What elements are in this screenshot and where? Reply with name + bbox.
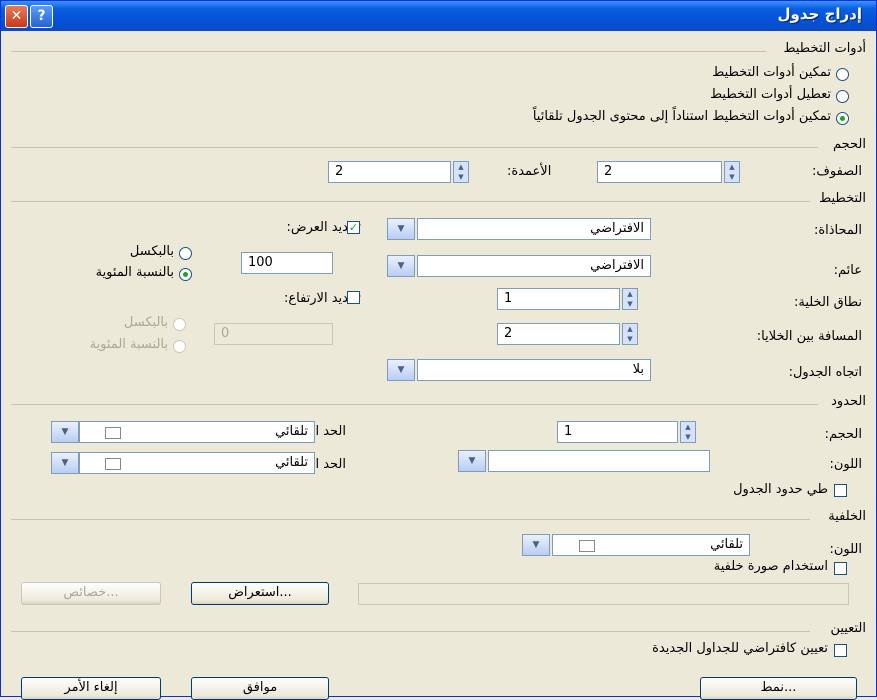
chevron-down-icon[interactable]: ▼	[522, 534, 550, 556]
alignment-select[interactable]: الافتراضي	[417, 218, 651, 240]
width-pixels-label: بالبكسل	[129, 244, 174, 259]
rows-label: الصفوف:	[812, 164, 862, 179]
border-color-label: اللون:	[829, 457, 862, 472]
width-percent-label: بالنسبة المئوية	[95, 265, 174, 280]
properties-button[interactable]: خصائص...	[21, 582, 161, 605]
chevron-down-icon[interactable]: ▼	[387, 359, 415, 381]
border-color-select[interactable]	[488, 450, 710, 472]
collapse-borders-checkbox[interactable]	[834, 484, 847, 497]
window-title: إدراج جدول	[777, 5, 862, 23]
width-input[interactable]: 100	[241, 252, 333, 274]
layout-tools-disable-radio[interactable]	[836, 90, 849, 103]
height-pixels-radio[interactable]	[173, 318, 186, 331]
set-default-checkbox[interactable]	[834, 644, 847, 657]
use-background-image-checkbox[interactable]	[834, 562, 847, 575]
background-image-path[interactable]	[358, 583, 849, 605]
divider	[11, 631, 810, 632]
help-icon[interactable]: ?	[30, 5, 53, 28]
layout-tools-disable-label: تعطيل أدوات التخطيط	[710, 87, 831, 102]
border-size-input[interactable]: 1	[557, 421, 678, 443]
border-size-label: الحجم:	[824, 427, 862, 442]
width-percent-radio[interactable]	[179, 268, 192, 281]
chevron-down-icon[interactable]: ▼	[387, 255, 415, 277]
title-bar: ✕ ? إدراج جدول	[1, 1, 876, 31]
cell-padding-label: نطاق الخلية:	[793, 295, 862, 310]
collapse-borders-label: طي حدود الجدول	[733, 482, 828, 497]
spacing-spinner[interactable]: ▲ ▼	[622, 323, 638, 345]
divider	[11, 201, 810, 202]
float-select[interactable]: الافتراضي	[417, 255, 651, 277]
padding-spinner[interactable]: ▲ ▼	[622, 288, 638, 310]
cols-input[interactable]: 2	[328, 161, 451, 183]
layout-tools-enable-label: تمكين أدوات التخطيط	[712, 65, 831, 80]
background-heading: الخلفية	[828, 509, 866, 524]
height-percent-label: بالنسبة المئوية	[89, 337, 168, 352]
browse-button[interactable]: استعراض...	[191, 582, 329, 605]
close-icon[interactable]: ✕	[5, 5, 28, 28]
divider	[11, 404, 818, 405]
specify-height-checkbox[interactable]	[347, 291, 360, 304]
cols-label: الأعمدة:	[507, 164, 552, 179]
table-direction-select[interactable]: بلا	[417, 359, 651, 381]
divider	[11, 519, 810, 520]
layout-tools-auto-radio[interactable]	[836, 112, 849, 125]
background-color-swatch	[579, 540, 595, 552]
height-input[interactable]: 0	[214, 323, 333, 345]
height-pixels-label: بالبكسل	[123, 315, 168, 330]
dark-border-swatch	[105, 458, 121, 470]
chevron-down-icon[interactable]: ▼	[51, 452, 79, 474]
chevron-down-icon[interactable]: ▼	[458, 450, 486, 472]
cols-spinner[interactable]: ▲ ▼	[453, 161, 469, 183]
specify-width-checkbox[interactable]: ✓	[347, 221, 360, 234]
cell-spacing-label: المسافة بين الخلايا:	[756, 329, 862, 344]
width-pixels-radio[interactable]	[179, 247, 192, 260]
background-color-label: اللون:	[829, 542, 862, 557]
float-label: عائم:	[833, 263, 862, 278]
chevron-down-icon[interactable]: ▼	[51, 421, 79, 443]
divider	[11, 147, 818, 148]
rows-input[interactable]: 2	[597, 161, 722, 183]
layout-tools-heading: أدوات التخطيط	[783, 41, 866, 56]
chevron-down-icon[interactable]: ▼	[387, 218, 415, 240]
alignment-label: المحاذاة:	[813, 223, 862, 238]
height-percent-radio[interactable]	[173, 340, 186, 353]
layout-tools-auto-label: تمكين أدوات التخطيط استناداً إلى محتوى ا…	[532, 109, 831, 124]
divider	[11, 51, 766, 52]
rows-spinner[interactable]: ▲ ▼	[724, 161, 740, 183]
insert-table-dialog: ✕ ? إدراج جدول أدوات التخطيط تمكين أدوات…	[0, 0, 877, 700]
cell-padding-input[interactable]: 1	[497, 288, 620, 310]
use-background-image-label: استخدام صورة خلفية	[713, 559, 828, 574]
size-heading: الحجم	[832, 137, 866, 152]
set-default-label: تعيين كافتراضي للجداول الجديدة	[652, 641, 828, 656]
layout-heading: التخطيط	[819, 191, 866, 206]
borders-heading: الحدود	[831, 394, 866, 409]
layout-tools-enable-radio[interactable]	[836, 68, 849, 81]
set-default-heading: التعيين	[830, 621, 866, 636]
table-direction-label: اتجاه الجدول:	[788, 365, 862, 380]
border-size-spinner[interactable]: ▲ ▼	[680, 421, 696, 443]
light-border-swatch	[105, 427, 121, 439]
cell-spacing-input[interactable]: 2	[497, 323, 620, 345]
